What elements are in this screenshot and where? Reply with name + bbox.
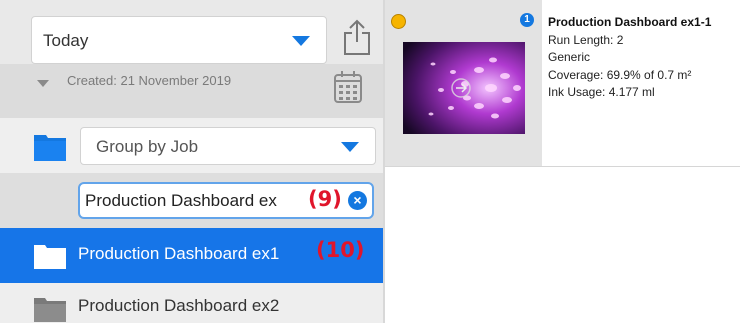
job-card[interactable]: 1 Production Dashboard ex1-1 Run Length:… xyxy=(385,0,740,167)
group-by-value: Group by Job xyxy=(96,137,199,156)
job-title: Production Dashboard ex1-1 xyxy=(548,15,712,29)
copy-count-badge: 1 xyxy=(520,13,534,27)
job-thumbnail-area: 1 xyxy=(385,0,542,166)
clear-icon[interactable]: × xyxy=(348,191,367,210)
share-icon[interactable] xyxy=(342,18,372,56)
chevron-down-icon xyxy=(292,36,310,46)
group-by-row: Group by Job xyxy=(0,118,383,173)
calendar-icon[interactable] xyxy=(333,70,363,104)
filter-bar: Today xyxy=(0,0,383,64)
job-info: Production Dashboard ex1-1 Run Length: 2… xyxy=(542,0,740,166)
folder-icon xyxy=(34,135,66,161)
created-date-label: Created: 21 November 2019 xyxy=(67,73,232,88)
date-range-value: Today xyxy=(43,31,89,50)
job-tree-panel: Today Created: 21 November 2019 Group by… xyxy=(0,0,383,323)
job-detail-panel: 1 Production Dashboard ex1-1 Run Length:… xyxy=(385,0,740,323)
folder-item-selected[interactable]: Production Dashboard ex1 (10) xyxy=(0,228,383,283)
folder-item[interactable]: Production Dashboard ex2 xyxy=(0,283,383,323)
job-thumbnail-image xyxy=(403,42,525,134)
rename-row: Production Dashboard ex (9) × xyxy=(0,173,383,228)
group-by-dropdown[interactable]: Group by Job xyxy=(80,127,376,165)
annotation-label-9: (9) xyxy=(308,187,342,211)
rename-folder-input[interactable]: Production Dashboard ex (9) × xyxy=(78,182,374,219)
date-range-dropdown[interactable]: Today xyxy=(31,16,327,64)
status-dot xyxy=(391,14,406,29)
media-type: Generic xyxy=(548,50,591,64)
chevron-down-icon xyxy=(341,142,359,152)
card-separator xyxy=(385,166,740,167)
collapse-icon[interactable] xyxy=(37,80,49,87)
coverage: Coverage: 69.9% of 0.7 m² xyxy=(548,67,692,82)
folder-icon xyxy=(34,245,66,269)
ink-usage: Ink Usage: 4.177 ml xyxy=(548,85,655,99)
folder-icon xyxy=(34,298,66,322)
folder-name: Production Dashboard ex1 xyxy=(78,244,280,263)
annotation-label-10: (10) xyxy=(316,238,365,262)
run-length: Run Length: 2 xyxy=(548,32,624,47)
rename-value: Production Dashboard ex xyxy=(85,191,277,210)
folder-name: Production Dashboard ex2 xyxy=(78,296,280,315)
created-date-header[interactable]: Created: 21 November 2019 xyxy=(0,64,383,118)
